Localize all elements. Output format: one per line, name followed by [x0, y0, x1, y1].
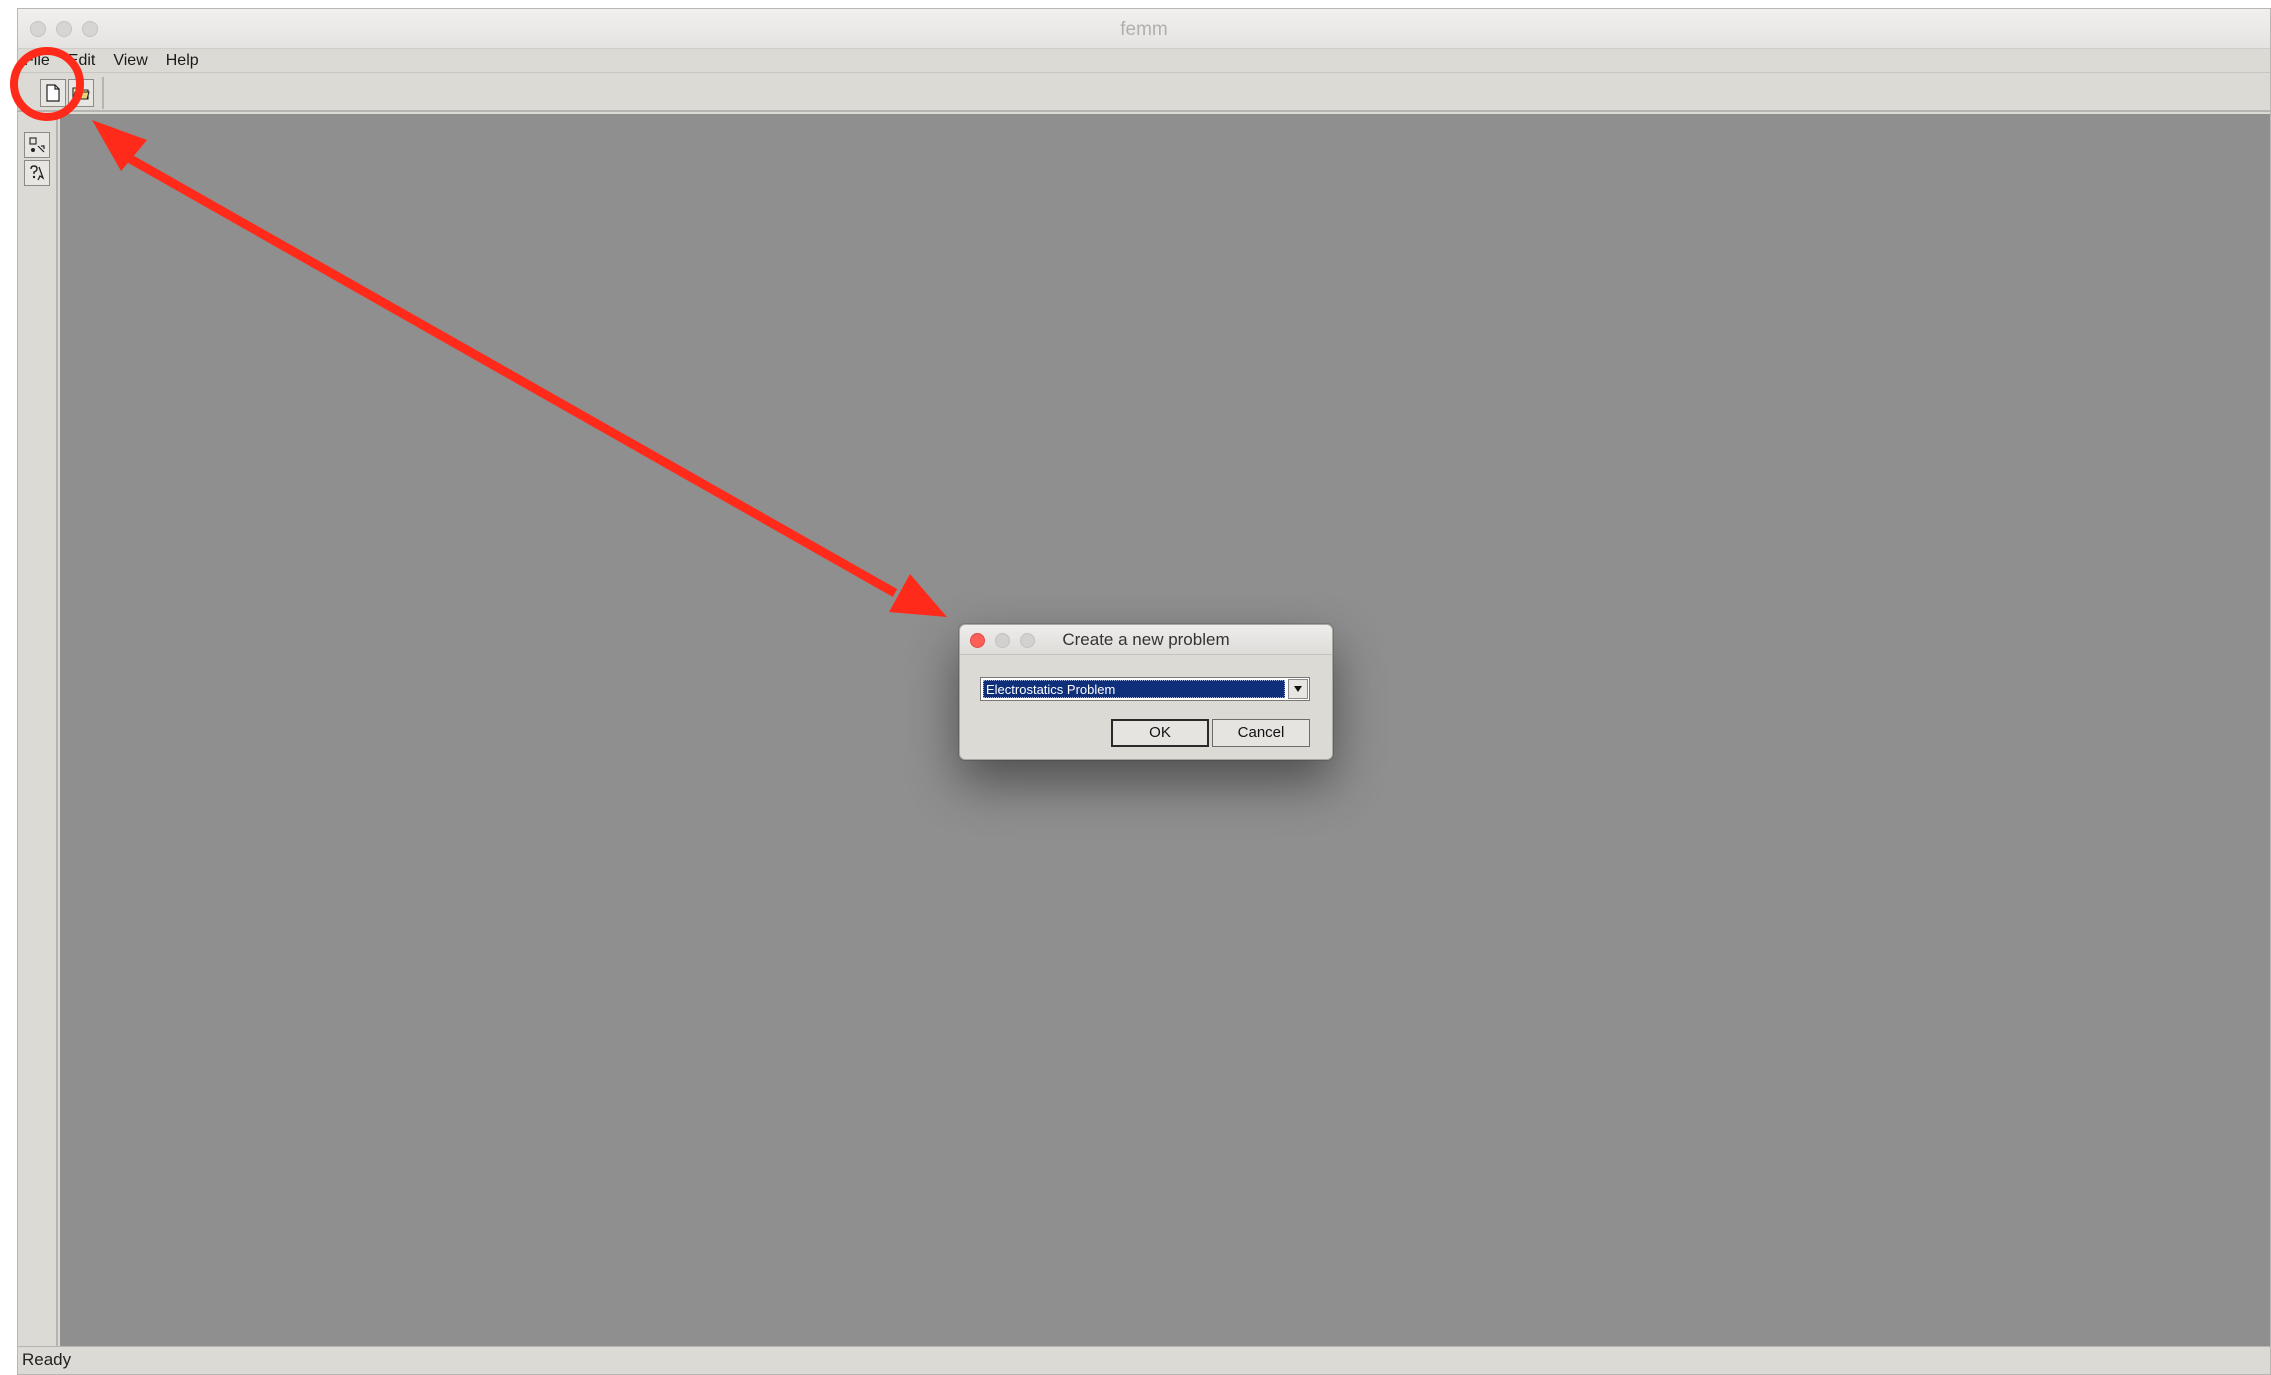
menu-help[interactable]: Help [166, 52, 199, 70]
cancel-button[interactable]: Cancel [1212, 719, 1310, 747]
problem-type-selected-value: Electrostatics Problem [983, 680, 1285, 698]
title-bar: femm [18, 9, 2270, 49]
chevron-down-icon [1294, 686, 1302, 692]
dialog-title-bar: Create a new problem [960, 625, 1332, 655]
create-problem-dialog: Create a new problem Electrostatics Prob… [959, 624, 1333, 760]
menu-file[interactable]: File [24, 52, 50, 70]
new-document-icon [46, 84, 60, 102]
status-text: Ready [22, 1350, 72, 1369]
open-folder-icon [72, 87, 90, 100]
menu-view[interactable]: View [113, 52, 147, 70]
status-bar: Ready [18, 1346, 2270, 1374]
menu-edit[interactable]: Edit [68, 52, 96, 70]
new-document-button[interactable] [40, 79, 66, 107]
ok-button[interactable]: OK [1111, 719, 1209, 747]
side-toolbar [18, 114, 58, 1346]
problem-type-select[interactable]: Electrostatics Problem [980, 677, 1310, 701]
dropdown-arrow-button[interactable] [1288, 679, 1308, 699]
toolbar-separator [102, 77, 104, 109]
main-toolbar [18, 72, 2270, 112]
help-icon [30, 165, 45, 181]
side-tool-button-2[interactable] [24, 160, 50, 186]
menu-bar: File Edit View Help [18, 49, 2270, 72]
window-title: femm [1120, 19, 1168, 40]
tool-icon [29, 137, 45, 153]
dialog-title: Create a new problem [1062, 630, 1230, 649]
side-tool-button-1[interactable] [24, 132, 50, 158]
open-file-button[interactable] [68, 79, 94, 107]
